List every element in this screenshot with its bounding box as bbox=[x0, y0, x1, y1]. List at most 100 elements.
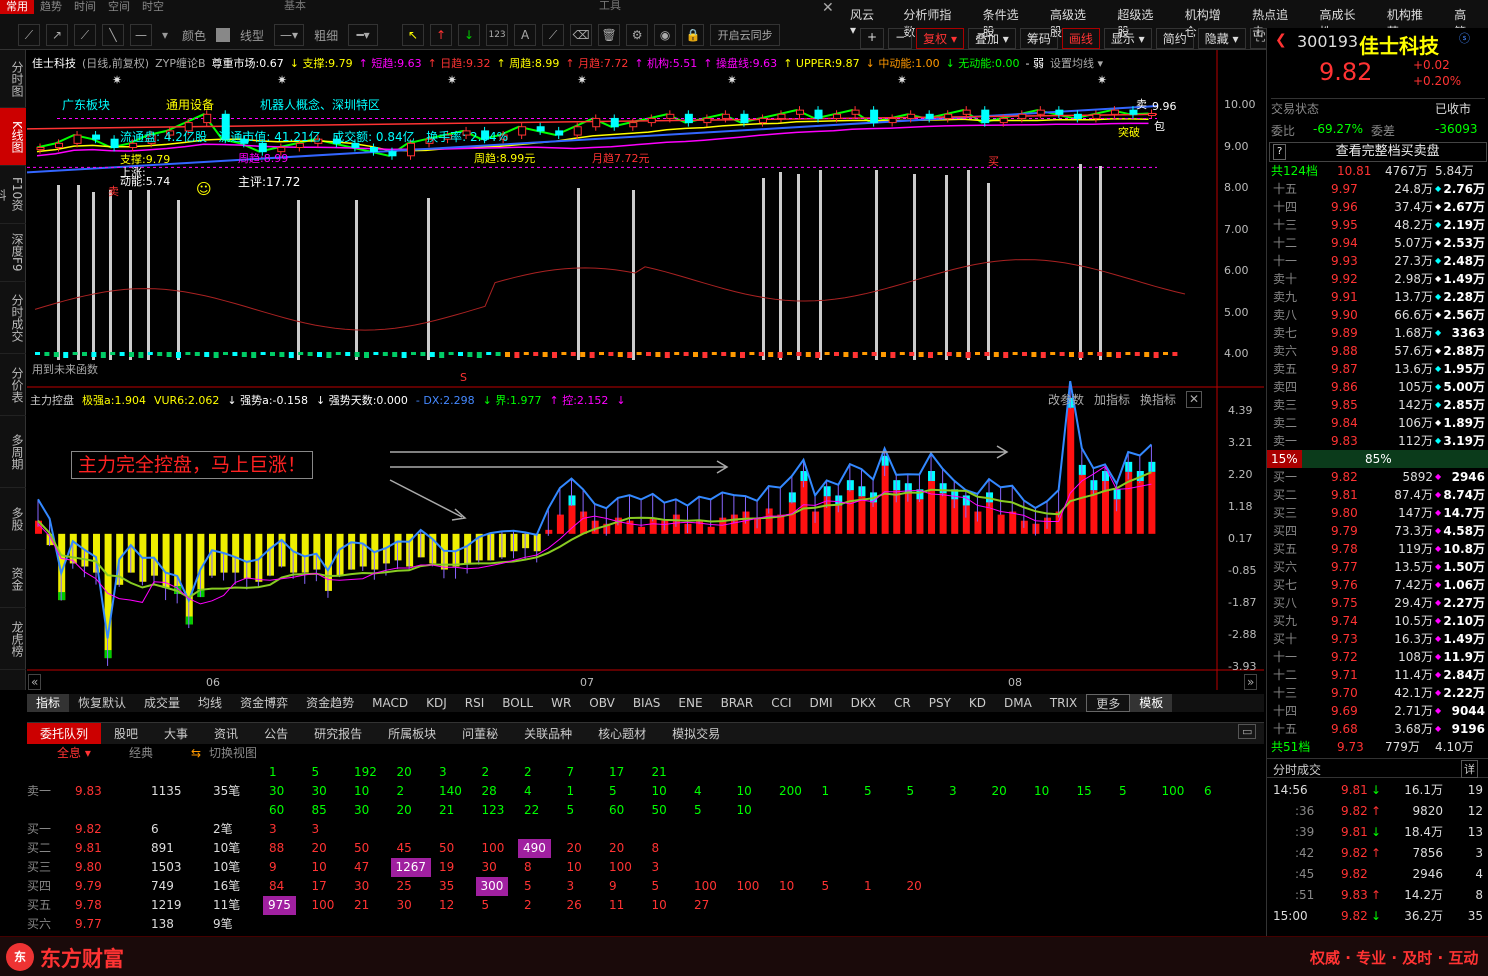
ask-level[interactable]: 卖九 9.91 13.7万 ◆ 2.28万 bbox=[1267, 288, 1488, 306]
cursor-icon[interactable]: ↖ bbox=[402, 24, 425, 46]
chart-area[interactable]: ✷ ✷ ✷ ✷ ✷ ✷ ✷ bbox=[27, 50, 1264, 690]
ask-level[interactable]: 卖七 9.89 1.68万 ◆ 3363 bbox=[1267, 324, 1488, 342]
indicator-tab[interactable]: MACD bbox=[363, 694, 417, 712]
expand-icon[interactable]: ▭ bbox=[1238, 724, 1257, 739]
ask-level[interactable]: 卖六 9.88 57.6万 ◆ 2.88万 bbox=[1267, 342, 1488, 360]
bottom-tab[interactable]: 研究报告 bbox=[301, 723, 375, 744]
tag-industry[interactable]: 通用设备 bbox=[166, 96, 214, 113]
ticks-detail-button[interactable]: 详 bbox=[1461, 760, 1478, 778]
bottom-tab[interactable]: 关联品种 bbox=[511, 723, 585, 744]
zoom-out-icon[interactable]: − bbox=[888, 28, 913, 49]
dropdown-icon[interactable]: ▾ bbox=[158, 28, 172, 42]
bid-level[interactable]: 十一 9.72 108万 ◆ 11.9万 bbox=[1267, 648, 1488, 666]
info-icon[interactable]: ⓢ bbox=[1459, 30, 1470, 46]
nav-ticks[interactable]: 分时成交 bbox=[0, 282, 26, 354]
close-icon[interactable]: ✕ bbox=[822, 0, 834, 16]
line-style-select[interactable]: —▾ bbox=[274, 24, 305, 46]
nav-f10[interactable]: F10资料 bbox=[0, 166, 26, 224]
indicator-tab[interactable]: OBV bbox=[580, 694, 624, 712]
nav-f9[interactable]: 深度F9 bbox=[0, 224, 26, 282]
ask-level[interactable]: 十三 9.95 48.2万 ◆ 2.19万 bbox=[1267, 216, 1488, 234]
bottom-tab[interactable]: 核心题材 bbox=[585, 723, 659, 744]
text-icon[interactable]: A bbox=[514, 24, 537, 46]
bid-level[interactable]: 买六 9.77 13.5万 ◆ 1.50万 bbox=[1267, 558, 1488, 576]
indicator-tab[interactable]: RSI bbox=[456, 694, 494, 712]
indicator-tab[interactable]: 恢复默认 bbox=[69, 694, 135, 712]
lock-icon[interactable]: 🔒 bbox=[682, 24, 705, 46]
bid-level[interactable]: 买一 9.82 5892 ◆ 2946 bbox=[1267, 468, 1488, 486]
bid-level[interactable]: 买八 9.75 29.4万 ◆ 2.27万 bbox=[1267, 594, 1488, 612]
segment-icon[interactable]: ╲ bbox=[102, 24, 124, 46]
indicator-tab[interactable]: 资金趋势 bbox=[297, 694, 363, 712]
ask-level[interactable]: 十五 9.97 24.8万 ◆ 2.76万 bbox=[1267, 180, 1488, 198]
down-arrow-icon[interactable]: ↓ bbox=[458, 24, 481, 46]
ask-level[interactable]: 十二 9.94 5.07万 ◆ 2.53万 bbox=[1267, 234, 1488, 252]
indicator-tab[interactable]: 模板 bbox=[1130, 694, 1173, 712]
indicator-tab[interactable]: 资金博弈 bbox=[231, 694, 297, 712]
ask-level[interactable]: 卖一 9.83 112万 ◆ 3.19万 bbox=[1267, 432, 1488, 450]
ask-level[interactable]: 卖三 9.85 142万 ◆ 2.85万 bbox=[1267, 396, 1488, 414]
chips-button[interactable]: 筹码 bbox=[1019, 28, 1058, 49]
nav-multi-period[interactable]: 多周期 bbox=[0, 416, 26, 488]
ask-level[interactable]: 卖十 9.92 2.98万 ◆ 1.49万 bbox=[1267, 270, 1488, 288]
indicator-tab[interactable]: KDJ bbox=[417, 694, 456, 712]
bottom-tab[interactable]: 委托队列 bbox=[27, 723, 102, 744]
indicator-tab[interactable]: DMA bbox=[995, 694, 1041, 712]
indicator-tab[interactable]: 成交量 bbox=[135, 694, 189, 712]
cloud-sync-button[interactable]: 开启云同步 bbox=[710, 24, 781, 46]
trash-icon[interactable]: 🗑 bbox=[598, 24, 621, 46]
tab-spacetime[interactable]: 时空 bbox=[136, 0, 170, 14]
bid-level[interactable]: 十三 9.70 42.1万 ◆ 2.22万 bbox=[1267, 684, 1488, 702]
indicator-tab[interactable]: DMI bbox=[801, 694, 842, 712]
bottom-tab[interactable]: 大事 bbox=[151, 723, 201, 744]
adjust-button[interactable]: 复权 ▾ bbox=[916, 28, 964, 49]
bid-level[interactable]: 十二 9.71 11.4万 ◆ 2.84万 bbox=[1267, 666, 1488, 684]
overlay-button[interactable]: 叠加 ▾ bbox=[967, 28, 1016, 49]
indicator-tab[interactable]: BIAS bbox=[624, 694, 670, 712]
switch-view[interactable]: 切换视图 bbox=[209, 744, 257, 763]
hline-icon[interactable]: — bbox=[130, 24, 152, 46]
bottom-tab[interactable]: 模拟交易 bbox=[659, 723, 733, 744]
bid-level[interactable]: 买三 9.80 147万 ◆ 14.7万 bbox=[1267, 504, 1488, 522]
nav-intraday[interactable]: 分时图 bbox=[0, 50, 26, 108]
back-arrow-icon[interactable]: ❮ bbox=[1275, 32, 1287, 48]
tab-space[interactable]: 空间 bbox=[102, 0, 136, 14]
indicator-tab[interactable]: DKX bbox=[842, 694, 885, 712]
close-icon[interactable]: ✕ bbox=[1186, 391, 1203, 408]
line-width-select[interactable]: ━▾ bbox=[348, 24, 379, 46]
eye-icon[interactable]: ◉ bbox=[654, 24, 677, 46]
indicator-tab[interactable]: PSY bbox=[920, 694, 960, 712]
simple-button[interactable]: 简约 bbox=[1155, 28, 1194, 49]
ask-level[interactable]: 卖八 9.90 66.6万 ◆ 2.56万 bbox=[1267, 306, 1488, 324]
bottom-tab[interactable]: 公告 bbox=[251, 723, 301, 744]
indicator-tab[interactable]: CR bbox=[885, 694, 920, 712]
tag-concept[interactable]: 机器人概念、深圳特区 bbox=[260, 96, 380, 113]
indicator-tab[interactable]: WR bbox=[542, 694, 580, 712]
ruler-icon[interactable]: ⟋ bbox=[542, 24, 565, 46]
ask-level[interactable]: 卖四 9.86 105万 ◆ 5.00万 bbox=[1267, 378, 1488, 396]
switch-icon[interactable]: ⇆ bbox=[191, 744, 201, 763]
tab-common[interactable]: 常用 bbox=[0, 0, 34, 14]
indicator-tab[interactable]: 均线 bbox=[189, 694, 231, 712]
indicator-tab[interactable]: ENE bbox=[669, 694, 711, 712]
indicator-tab[interactable]: 更多 bbox=[1086, 694, 1131, 712]
change-params-button[interactable]: 改参数 bbox=[1048, 391, 1084, 408]
kline-chart[interactable]: ✷ ✷ ✷ ✷ ✷ ✷ ✷ bbox=[27, 50, 1264, 690]
bid-level[interactable]: 买七 9.76 7.42万 ◆ 1.06万 bbox=[1267, 576, 1488, 594]
bottom-tab[interactable]: 资讯 bbox=[201, 723, 251, 744]
indicator-tab[interactable]: CCI bbox=[762, 694, 800, 712]
eraser-icon[interactable]: ⌫ bbox=[570, 24, 593, 46]
indicator-tab[interactable]: TRIX bbox=[1041, 694, 1086, 712]
bid-level[interactable]: 买四 9.79 73.3万 ◆ 4.58万 bbox=[1267, 522, 1488, 540]
ask-level[interactable]: 卖二 9.84 106万 ◆ 1.89万 bbox=[1267, 414, 1488, 432]
tab-time[interactable]: 时间 bbox=[68, 0, 102, 14]
bid-level[interactable]: 买二 9.81 87.4万 ◆ 8.74万 bbox=[1267, 486, 1488, 504]
indicator-tab[interactable]: 指标 bbox=[27, 694, 70, 712]
ray-icon[interactable]: ⟋ bbox=[74, 24, 96, 46]
ask-level[interactable]: 十四 9.96 37.4万 ◆ 2.67万 bbox=[1267, 198, 1488, 216]
settings-icon[interactable]: ⚙ bbox=[626, 24, 649, 46]
filter-select[interactable]: 全息 ▾ bbox=[57, 744, 91, 763]
bid-level[interactable]: 买九 9.74 10.5万 ◆ 2.10万 bbox=[1267, 612, 1488, 630]
color-swatch[interactable] bbox=[216, 28, 231, 42]
nav-funds[interactable]: 资金 bbox=[0, 550, 26, 608]
